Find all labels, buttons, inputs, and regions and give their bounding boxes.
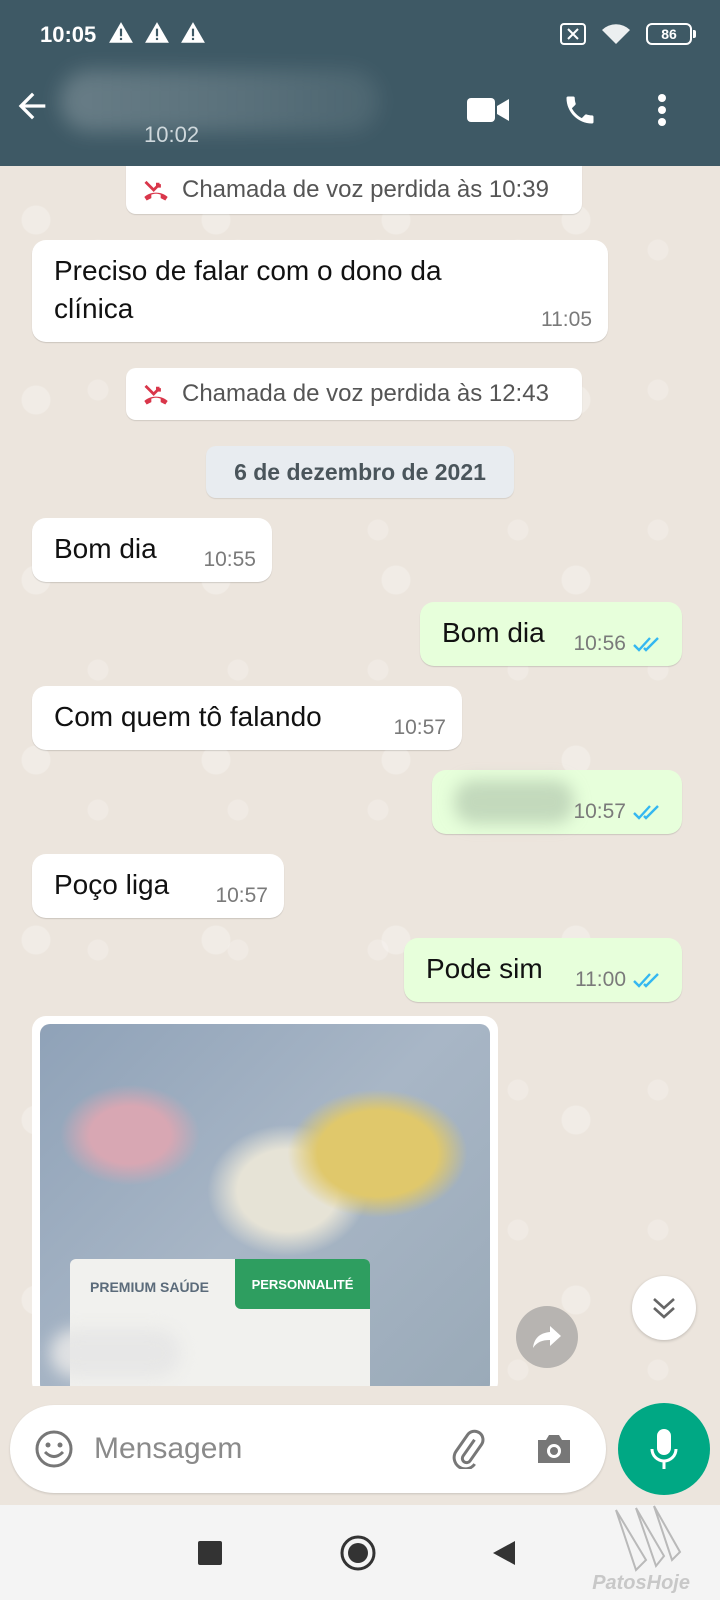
attach-icon — [452, 1429, 485, 1469]
video-call-button[interactable] — [466, 88, 510, 132]
recent-apps-button[interactable] — [190, 1533, 230, 1573]
wifi-icon — [602, 24, 630, 44]
microphone-icon — [650, 1429, 678, 1469]
missed-call-text: Chamada de voz perdida às 12:43 — [182, 380, 549, 407]
camera-button[interactable] — [532, 1427, 576, 1471]
status-icons: 86 — [560, 22, 696, 46]
message-time: 10:55 — [203, 548, 256, 571]
photo-thumbnail[interactable]: PREMIUM SAÚDE PERSONNALITÉ — [40, 1024, 490, 1386]
message-text: Preciso de falar com o dono da — [54, 255, 442, 286]
back-icon — [493, 1541, 515, 1565]
camera-icon — [538, 1435, 570, 1463]
contact-subtitle: 10:02 — [144, 122, 200, 147]
phone-icon — [566, 96, 594, 124]
message-time: 10:57 — [393, 716, 446, 739]
missed-call-icon — [144, 180, 168, 201]
message-time: 10:56 — [573, 632, 626, 655]
incoming-message[interactable]: Poço liga 10:57 — [32, 854, 284, 918]
home-icon — [340, 1535, 376, 1571]
recent-apps-icon — [198, 1541, 222, 1565]
nav-back-button[interactable] — [484, 1533, 524, 1573]
image-message[interactable]: PREMIUM SAÚDE PERSONNALITÉ — [32, 1016, 498, 1386]
chat-area[interactable]: Chamada de voz perdida às 10:39 Preciso … — [0, 166, 720, 1386]
watermark-text: PatosHoje — [592, 1572, 690, 1594]
warning-icon — [181, 22, 205, 43]
incoming-message[interactable]: Com quem tô falando 10:57 — [32, 686, 462, 750]
missed-call-notice[interactable]: Chamada de voz perdida às 10:39 — [126, 166, 582, 214]
back-arrow-icon[interactable] — [12, 86, 52, 126]
date-separator: 6 de dezembro de 2021 — [206, 446, 514, 498]
no-sim-icon — [560, 23, 586, 45]
incoming-message[interactable]: Bom dia 10:55 — [32, 518, 272, 582]
message-text: Poço liga — [54, 869, 170, 900]
double-check-icon — [633, 973, 659, 988]
missed-call-text: Chamada de voz perdida às 10:39 — [182, 176, 549, 203]
more-options-button[interactable] — [640, 88, 684, 132]
message-composer — [10, 1405, 606, 1493]
forward-button[interactable] — [516, 1306, 578, 1368]
warning-icon — [109, 22, 133, 43]
contact-name-redacted[interactable] — [60, 70, 380, 132]
video-call-icon — [467, 98, 509, 122]
message-text: Com quem tô falando — [54, 701, 322, 732]
app-header: 10:05 86 10:02 — [0, 0, 720, 166]
card-badge: PERSONNALITÉ — [235, 1259, 370, 1309]
double-check-icon — [633, 805, 659, 820]
message-input[interactable] — [94, 1425, 424, 1473]
voice-message-button[interactable] — [618, 1403, 710, 1495]
outgoing-message[interactable]: 10:57 — [432, 770, 682, 834]
redacted-area — [50, 1329, 180, 1377]
message-text: clínica — [54, 293, 134, 324]
message-time: 10:57 — [215, 884, 268, 907]
scroll-to-bottom-button[interactable] — [632, 1276, 696, 1340]
home-button[interactable] — [338, 1533, 378, 1573]
more-options-icon — [658, 94, 666, 126]
outgoing-message[interactable]: Pode sim 11:00 — [404, 938, 682, 1002]
message-text: Pode sim — [426, 953, 543, 984]
missed-call-notice[interactable]: Chamada de voz perdida às 12:43 — [126, 368, 582, 420]
emoji-icon — [35, 1430, 73, 1468]
message-text: Bom dia — [54, 533, 157, 564]
attach-button[interactable] — [446, 1427, 490, 1471]
battery-indicator: 86 — [646, 23, 696, 45]
warning-icon — [145, 22, 169, 43]
incoming-message[interactable]: Preciso de falar com o dono da clínica 1… — [32, 240, 608, 342]
watermark-logo — [615, 1505, 682, 1572]
forward-icon — [533, 1326, 561, 1348]
chevron-double-down-icon — [653, 1298, 675, 1319]
outgoing-message[interactable]: Bom dia 10:56 — [420, 602, 682, 666]
redacted-text — [454, 780, 574, 824]
emoji-button[interactable] — [32, 1427, 76, 1471]
card-brand: PREMIUM SAÚDE — [90, 1279, 210, 1295]
double-check-icon — [633, 637, 659, 652]
voice-call-button[interactable] — [558, 88, 602, 132]
message-text: Bom dia — [442, 617, 545, 648]
message-time: 11:00 — [575, 968, 626, 991]
status-time: 10:05 — [40, 22, 97, 47]
message-time: 10:57 — [573, 800, 626, 823]
missed-call-icon — [144, 384, 168, 405]
message-time: 11:05 — [541, 308, 592, 331]
